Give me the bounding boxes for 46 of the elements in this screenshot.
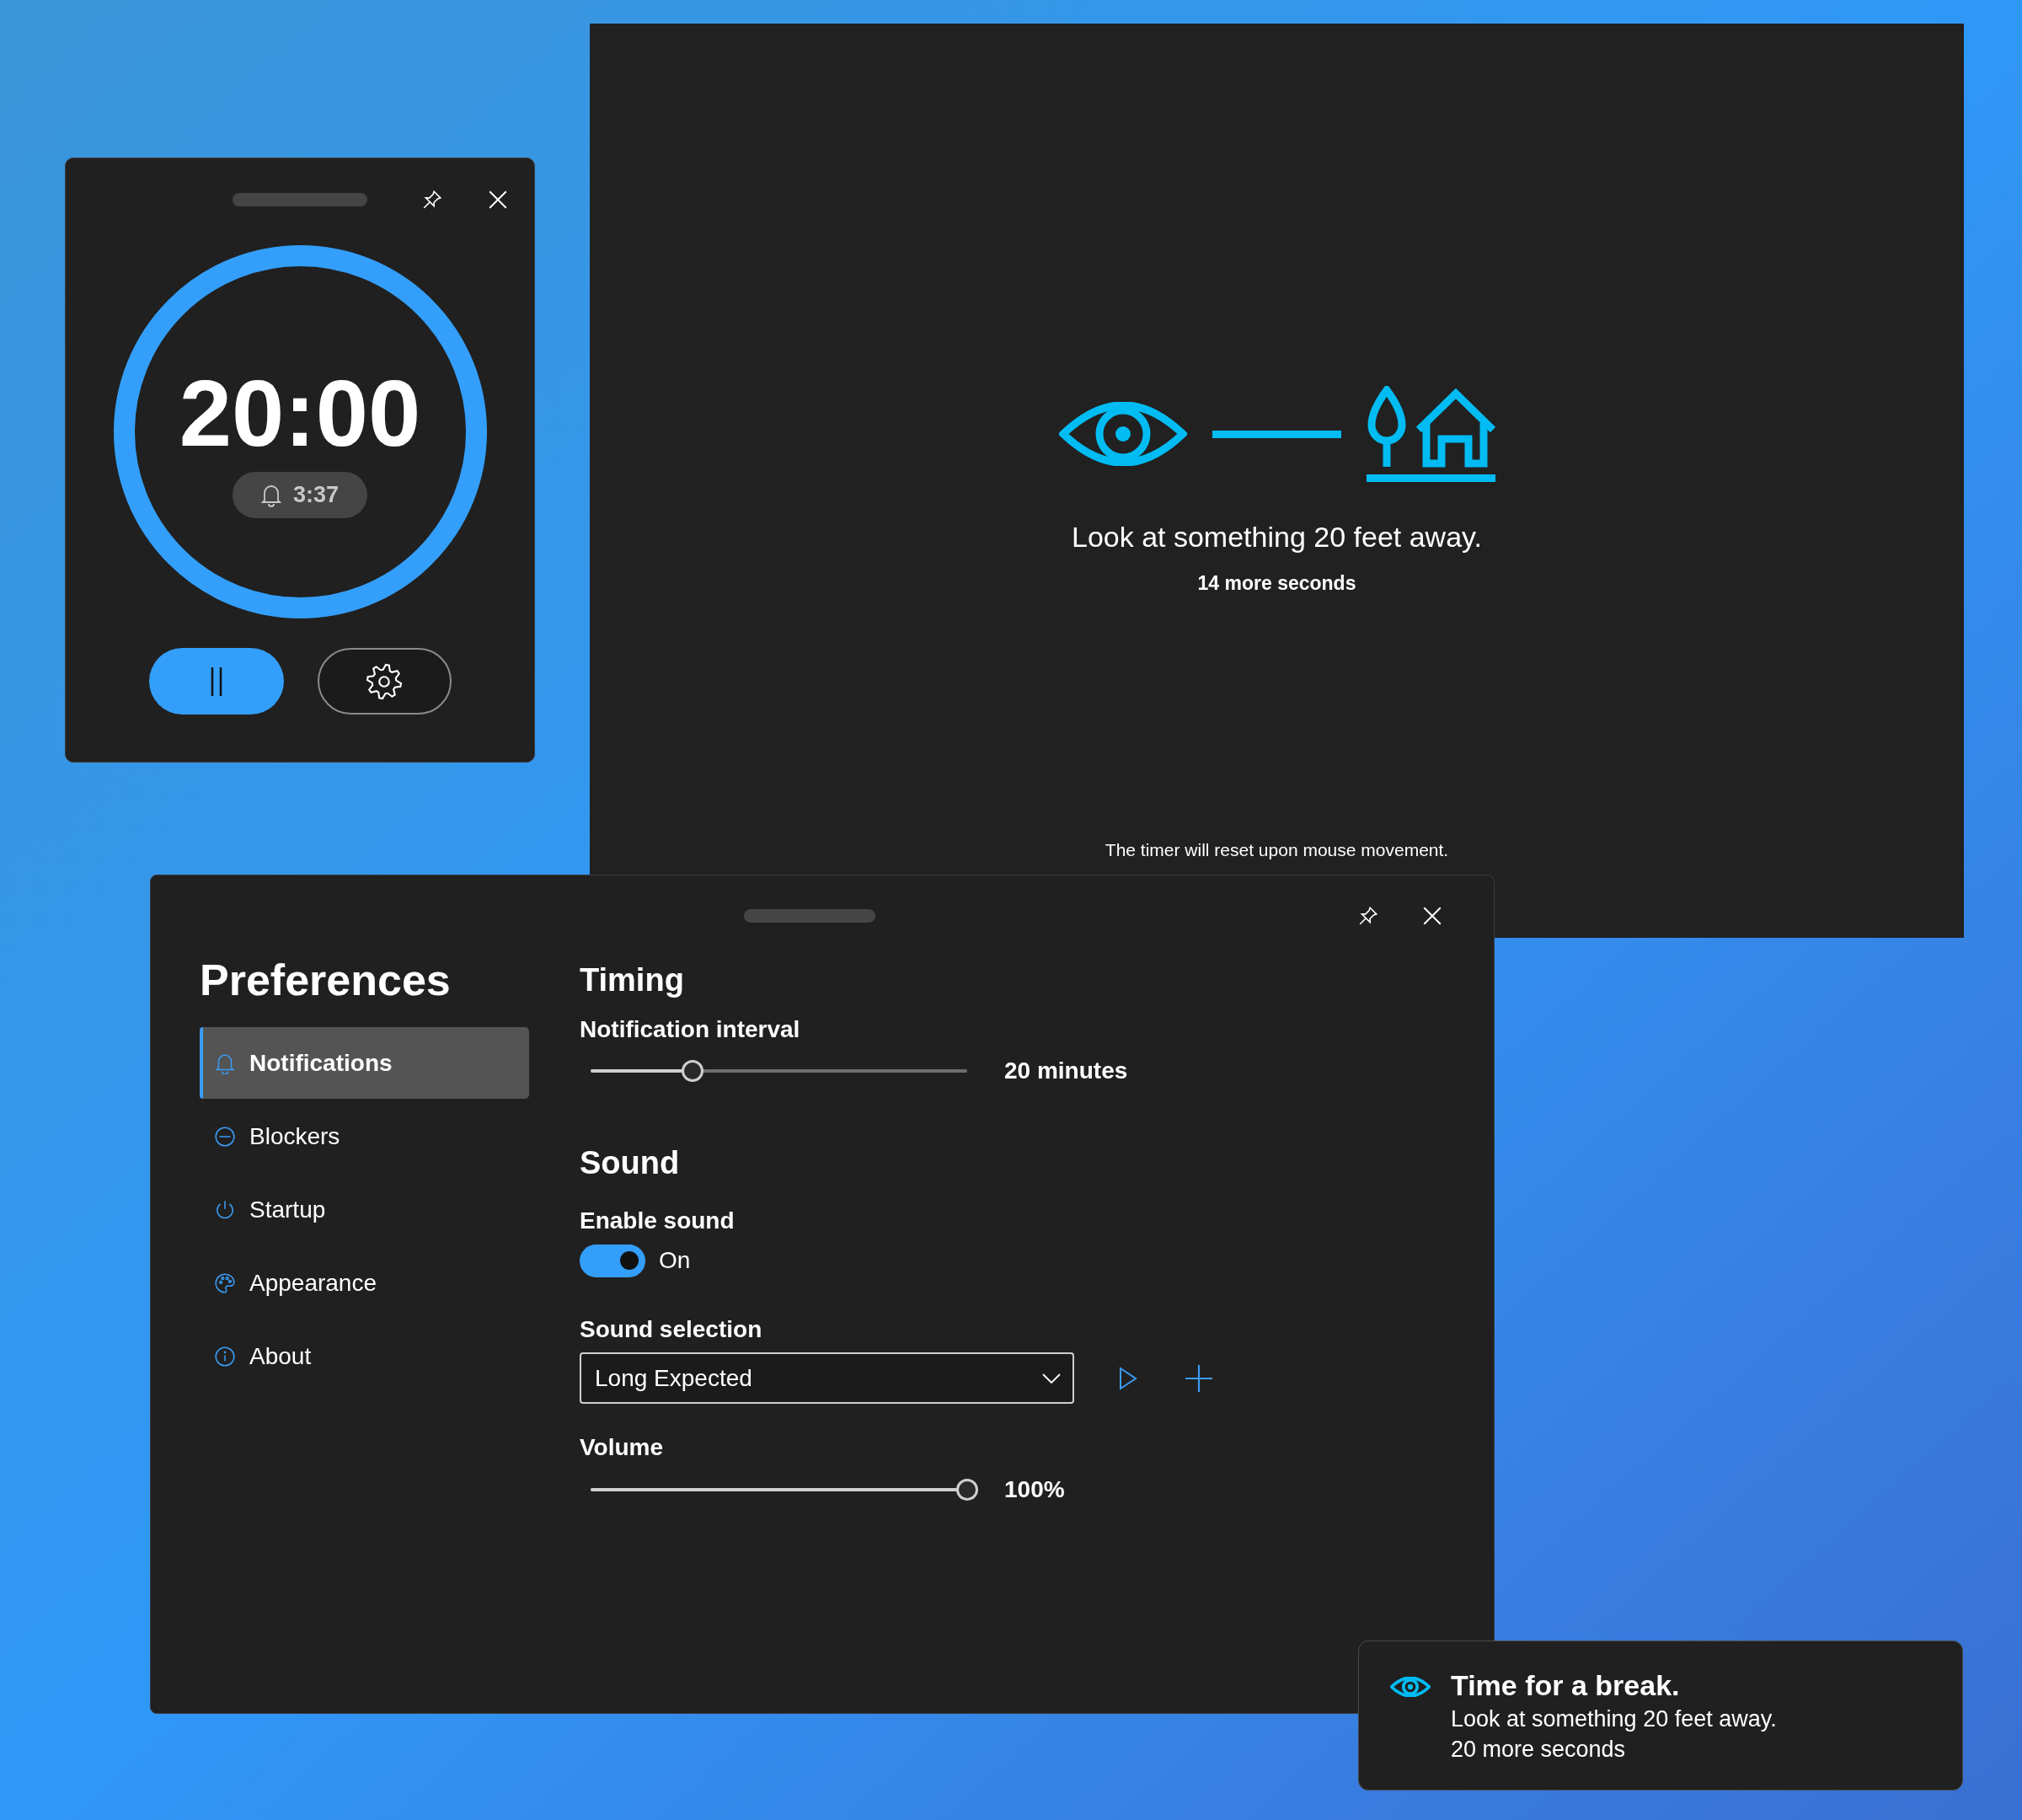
palette-icon xyxy=(214,1271,236,1294)
setting-label: Enable sound xyxy=(580,1207,735,1235)
chevron-down-icon xyxy=(1042,1373,1061,1384)
reset-hint: The timer will reset upon mouse movement. xyxy=(1105,839,1449,861)
toggle-state: On xyxy=(659,1246,691,1275)
minus-circle-icon xyxy=(214,1125,236,1148)
slider-thumb[interactable] xyxy=(681,1060,703,1082)
slider-value: 20 minutes xyxy=(1004,1057,1128,1085)
nav-item[interactable]: Notifications xyxy=(200,1027,529,1099)
toggle-switch[interactable] xyxy=(580,1244,645,1277)
nav-item[interactable]: Blockers xyxy=(200,1100,529,1172)
pause-icon xyxy=(209,666,223,696)
toast-message: Look at something 20 feet away. xyxy=(1451,1705,1777,1733)
section-heading: Sound xyxy=(580,1144,680,1182)
preferences-title: Preferences xyxy=(200,956,452,1004)
pin-icon[interactable] xyxy=(421,189,443,211)
pin-icon[interactable] xyxy=(1357,905,1379,927)
info-icon xyxy=(214,1345,236,1368)
close-icon[interactable] xyxy=(487,189,509,211)
section-heading: Timing xyxy=(580,961,684,999)
bell-icon xyxy=(260,483,281,507)
nav-item[interactable]: Startup xyxy=(200,1174,529,1245)
break-countdown: 14 more seconds xyxy=(1197,571,1356,596)
slider-value: 100% xyxy=(1004,1475,1065,1504)
timer-time: 20:00 xyxy=(179,367,421,460)
toast-title: Time for a break. xyxy=(1451,1668,1681,1703)
add-button[interactable] xyxy=(1185,1364,1212,1392)
toast-countdown: 20 more seconds xyxy=(1451,1736,1627,1764)
drag-handle[interactable] xyxy=(744,909,875,923)
slider-thumb[interactable] xyxy=(956,1479,978,1501)
drag-handle[interactable] xyxy=(233,193,367,206)
sound-dropdown[interactable]: Long Expected xyxy=(580,1352,1074,1404)
break-message: Look at something 20 feet away. xyxy=(1072,520,1482,554)
eye-icon xyxy=(1058,402,1187,466)
settings-icon xyxy=(365,661,404,701)
setting-label: Sound selection xyxy=(580,1315,762,1344)
nav-item[interactable]: About xyxy=(200,1320,529,1392)
power-icon xyxy=(214,1198,236,1221)
setting-label: Notification interval xyxy=(580,1015,800,1044)
nav-item[interactable]: Appearance xyxy=(200,1247,529,1319)
tree-and-house-icon xyxy=(1366,386,1495,482)
close-icon[interactable] xyxy=(1421,905,1443,927)
eye-icon xyxy=(1390,1677,1431,1697)
play-button[interactable] xyxy=(1119,1366,1137,1390)
next-alarm-time: 3:37 xyxy=(292,481,339,510)
setting-label: Volume xyxy=(580,1433,664,1462)
